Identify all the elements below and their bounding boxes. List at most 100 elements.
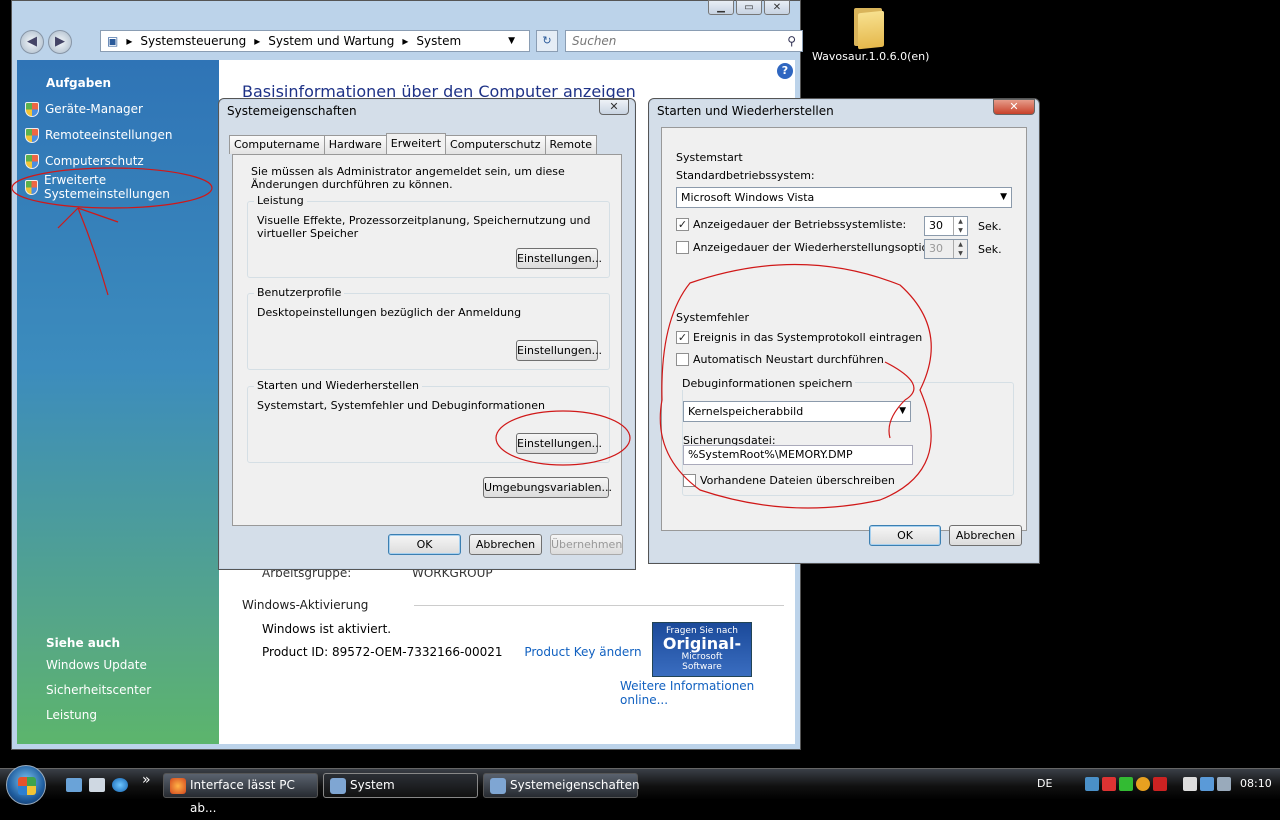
update-icon[interactable] (1136, 777, 1150, 791)
change-product-key-link[interactable]: Product Key ändern (524, 645, 641, 659)
task-system[interactable]: System (323, 773, 478, 798)
tab-remote[interactable]: Remote (544, 135, 597, 154)
search-placeholder: Suchen (572, 34, 617, 48)
group-description: Systemstart, Systemfehler und Debuginfor… (257, 399, 545, 412)
antivirus-icon[interactable] (1153, 777, 1167, 791)
apply-button[interactable]: Übernehmen (550, 534, 623, 555)
cancel-button[interactable]: Abbrechen (469, 534, 542, 555)
sidebar-item-label: Geräte-Manager (45, 102, 143, 116)
cancel-button[interactable]: Abbrechen (949, 525, 1022, 546)
more-info-link[interactable]: Weitere Informationen online... (620, 679, 795, 707)
recovery-seconds-value: 30 (929, 242, 943, 255)
overwrite-checkbox-row[interactable]: Vorhandene Dateien überschreiben (683, 474, 895, 487)
recovery-checkbox-row[interactable]: Anzeigedauer der Wiederherstellungsoptio… (676, 241, 953, 254)
genuine-microsoft-badge[interactable]: Fragen Sie nach Original- Microsoft Soft… (652, 622, 752, 677)
log-event-checkbox[interactable]: ✓ (676, 331, 689, 344)
log-event-checkbox-row[interactable]: ✓ Ereignis in das Systemprotokoll eintra… (676, 331, 922, 344)
os-list-checkbox-row[interactable]: ✓ Anzeigedauer der Betriebssystemliste: (676, 218, 906, 231)
see-also-performance[interactable]: Leistung (46, 708, 151, 733)
battery-icon[interactable] (1183, 777, 1197, 791)
environment-variables-button[interactable]: Umgebungsvariablen... (483, 477, 612, 498)
sidebar-item-label: Remoteeinstellungen (45, 128, 173, 142)
tab-hardware[interactable]: Hardware (323, 135, 387, 154)
seconds-unit: Sek. (978, 243, 1002, 256)
recovery-checkbox[interactable] (676, 241, 689, 254)
security-alert-icon[interactable] (1102, 777, 1116, 791)
refresh-button[interactable]: ↻ (536, 30, 558, 52)
breadcrumb-item[interactable]: System (416, 34, 461, 48)
ok-button[interactable]: OK (388, 534, 461, 555)
recovery-seconds-spinner[interactable]: 30 ▲ ▼ (924, 239, 968, 259)
advanced-tab-panel: Sie müssen als Administrator angemeldet … (232, 154, 622, 526)
os-list-checkbox[interactable]: ✓ (676, 218, 689, 231)
chevron-down-icon[interactable]: ▼ (508, 36, 515, 46)
genuine-big-text: Original- (662, 634, 742, 653)
task-label: Systemeigenschaften (510, 778, 640, 792)
minimize-button[interactable]: ▁ (708, 0, 734, 15)
auto-restart-checkbox[interactable] (676, 353, 689, 366)
os-list-seconds-spinner[interactable]: 30 ▲ ▼ (924, 216, 968, 236)
sidebar-item-advanced-settings[interactable]: Erweiterte Systemeinstellungen (17, 173, 219, 201)
sidebar-item-system-protection[interactable]: Computerschutz (17, 148, 219, 174)
language-indicator[interactable]: DE (1037, 777, 1052, 790)
search-input[interactable]: Suchen ⚲ (565, 30, 803, 52)
firefox-icon (170, 778, 186, 794)
shield-icon (25, 101, 39, 117)
system-icon (490, 778, 506, 794)
spinner-arrows-icon[interactable]: ▲ ▼ (953, 217, 967, 235)
group-description: Visuelle Effekte, Prozessorzeitplanung, … (257, 214, 591, 240)
network-icon[interactable] (1085, 777, 1099, 791)
quicklaunch-overflow[interactable]: » (142, 772, 151, 788)
forward-button[interactable]: ▶ (48, 30, 72, 54)
sidebar-item-device-manager[interactable]: Geräte-Manager (17, 96, 219, 122)
dump-file-input[interactable]: %SystemRoot%\MEMORY.DMP (683, 445, 913, 465)
breadcrumb-item[interactable]: Systemsteuerung (140, 34, 246, 48)
start-button[interactable] (6, 765, 46, 805)
tab-system-protection[interactable]: Computerschutz (445, 135, 546, 154)
spinner-arrows-icon[interactable]: ▲ ▼ (953, 240, 967, 258)
windows-logo-icon (18, 777, 36, 795)
address-bar[interactable]: ▣ ▸ Systemsteuerung ▸ System und Wartung… (100, 30, 530, 52)
back-button[interactable]: ◀ (20, 30, 44, 54)
show-desktop-icon[interactable] (66, 778, 82, 792)
internet-explorer-icon[interactable] (112, 778, 128, 792)
messenger-icon[interactable] (1119, 777, 1133, 791)
see-also-windows-update[interactable]: Windows Update (46, 658, 151, 683)
tab-computer-name[interactable]: Computername (229, 135, 325, 154)
systemfehler-group: Systemfehler ✓ Ereignis in das Systempro… (676, 311, 1024, 504)
tab-advanced[interactable]: Erweitert (385, 133, 447, 154)
switch-windows-icon[interactable] (89, 778, 105, 792)
desktop-folder-icon[interactable]: Wavosaur.1.0.6.0(en) (812, 0, 929, 63)
clock[interactable]: 08:10 (1240, 777, 1272, 790)
shield-icon (25, 127, 39, 143)
task-firefox[interactable]: Interface lässt PC ab... (163, 773, 318, 815)
debug-type-select[interactable]: Kernelspeicherabbild ▼ (683, 401, 911, 422)
maximize-button[interactable]: ▭ (736, 0, 762, 15)
search-icon[interactable]: ⚲ (787, 34, 796, 48)
overwrite-checkbox[interactable] (683, 474, 696, 487)
see-also-section: Siehe auch Windows Update Sicherheitscen… (46, 636, 151, 733)
product-id-label: Product ID: (262, 645, 329, 659)
task-system-properties[interactable]: Systemeigenschaften (483, 773, 640, 798)
see-also-security-center[interactable]: Sicherheitscenter (46, 683, 151, 708)
monitor-icon[interactable] (1200, 777, 1214, 791)
dialog-title: Starten und Wiederherstellen (657, 104, 834, 118)
default-os-select[interactable]: Microsoft Windows Vista ▼ (676, 187, 1012, 208)
folder-icon (852, 6, 884, 50)
shield-icon (25, 179, 38, 195)
auto-restart-checkbox-row[interactable]: Automatisch Neustart durchführen (676, 353, 884, 366)
volume-icon[interactable] (1217, 777, 1231, 791)
performance-settings-button[interactable]: Einstellungen... (516, 248, 602, 269)
startup-recovery-dialog: Starten und Wiederherstellen ✕ Systemsta… (648, 98, 1040, 564)
profiles-settings-button[interactable]: Einstellungen... (516, 340, 602, 361)
startup-settings-button[interactable]: Einstellungen... (516, 433, 602, 454)
breadcrumb-item[interactable]: System und Wartung (268, 34, 394, 48)
close-button[interactable]: ✕ (599, 99, 629, 115)
help-icon[interactable]: ? (777, 63, 793, 79)
ok-button[interactable]: OK (869, 525, 941, 546)
sidebar-item-remote-settings[interactable]: Remoteeinstellungen (17, 122, 219, 148)
close-button[interactable]: ✕ (993, 99, 1035, 115)
group-legend: Leistung (254, 194, 307, 207)
admin-note: Sie müssen als Administrator angemeldet … (251, 165, 565, 191)
close-button[interactable]: ✕ (764, 0, 790, 15)
